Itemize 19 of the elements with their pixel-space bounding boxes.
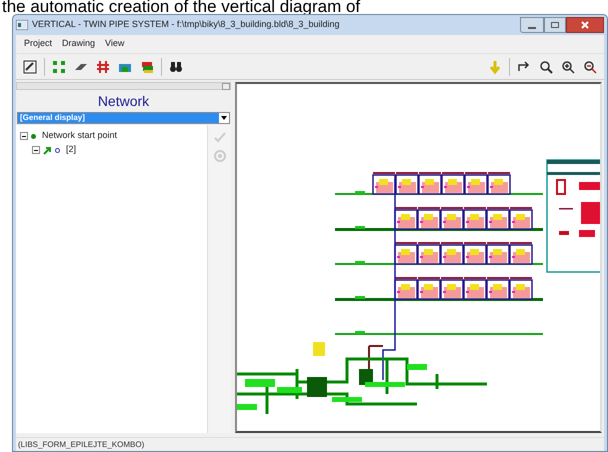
close-icon <box>581 21 589 29</box>
expander-icon[interactable] <box>20 132 28 140</box>
tree-item[interactable]: Network start point <box>42 129 118 143</box>
menu-item[interactable]: View <box>105 37 124 51</box>
caption: the automatic creation of the vertical diagram of <box>1 0 362 14</box>
tree-item[interactable]: [2] <box>66 143 76 157</box>
menu-item[interactable]: Project <box>24 37 52 51</box>
caret-icon <box>221 116 227 120</box>
menu-item[interactable]: Drawing <box>62 37 96 51</box>
arrow-icon <box>43 146 52 154</box>
maximize-button[interactable] <box>544 17 566 33</box>
minimize-button[interactable] <box>520 17 544 33</box>
check-icon[interactable] <box>212 131 226 143</box>
app-icon <box>16 20 28 30</box>
status-bar: (LIBS_FORM_EPILEJTE_KOMBO) <box>16 437 604 451</box>
expander-icon[interactable] <box>32 146 40 154</box>
panel-title: Network <box>96 92 150 111</box>
window-title: VERTICAL - TWIN PIPE SYSTEM - f:\tmp\biky\8_3_building.bld\8_3_building <box>32 18 340 32</box>
close-button[interactable] <box>566 17 604 33</box>
